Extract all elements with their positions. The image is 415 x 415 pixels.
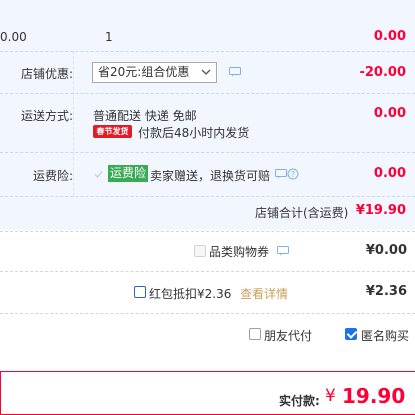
divider xyxy=(0,93,415,94)
red-packet-details-link[interactable]: 查看详情 xyxy=(240,285,288,302)
divider xyxy=(0,271,415,272)
coupon-label: 品类购物券 xyxy=(209,245,270,259)
payment-summary: 实付款: ¥ 19.90 xyxy=(0,371,415,415)
coupon-checkbox[interactable] xyxy=(194,245,206,257)
shipping-label: 运送方式: xyxy=(21,109,74,123)
insurance-badge: 运费险 xyxy=(108,165,149,182)
insurance-text: 卖家赠送，退换货可赔 xyxy=(150,169,271,183)
chat-icon[interactable] xyxy=(229,67,241,77)
divider xyxy=(0,313,415,314)
item-subtotal: 0.00 xyxy=(373,29,406,44)
anonymous-label: 匿名购买 xyxy=(361,329,410,343)
shipping-note: 付款后48小时内发货 xyxy=(138,126,250,140)
pay-currency: ¥ xyxy=(325,386,336,406)
chat-icon[interactable] xyxy=(277,246,289,256)
red-packet-label: 红包抵扣¥2.36 xyxy=(149,287,232,301)
item-quantity: 1 xyxy=(105,30,113,44)
pay-amount: 19.90 xyxy=(342,384,406,408)
chevron-down-icon xyxy=(201,69,211,75)
coupon-amount: ¥0.00 xyxy=(365,243,407,258)
red-packet-amount: ¥2.36 xyxy=(365,284,407,299)
item-price: 0.00 xyxy=(0,30,27,44)
insurance-amount: 0.00 xyxy=(373,166,406,181)
shop-total-amount: ¥19.90 xyxy=(355,203,406,218)
divider xyxy=(0,51,415,52)
shipping-method: 普通配送 快递 免邮 xyxy=(93,109,197,123)
check-disabled-icon xyxy=(94,171,103,178)
spring-festival-badge: 春节发货 xyxy=(93,125,132,138)
shop-discount-amount: -20.00 xyxy=(359,65,406,80)
shop-total-label: 店铺合计(含运费) xyxy=(255,206,349,220)
chat-icon[interactable] xyxy=(275,169,287,179)
red-packet-checkbox[interactable] xyxy=(134,286,146,298)
pay-label: 实付款: xyxy=(279,394,320,408)
discount-select[interactable]: 省20元:组合优惠 xyxy=(92,62,217,83)
shop-discount-label: 店铺优惠: xyxy=(21,67,74,81)
insurance-label: 运费险: xyxy=(33,169,74,183)
help-icon[interactable]: ? xyxy=(287,168,299,180)
divider xyxy=(0,196,415,197)
order-block: 0.00 1 0.00 店铺优惠: 省20元:组合优惠 -20.00 运送方式:… xyxy=(0,0,415,230)
divider xyxy=(0,152,415,153)
discount-select-value: 省20元:组合优惠 xyxy=(98,65,190,79)
column-divider xyxy=(73,51,74,196)
friend-pay-label: 朋友代付 xyxy=(264,329,313,343)
shipping-amount: 0.00 xyxy=(373,106,406,121)
svg-text:?: ? xyxy=(291,170,295,179)
anonymous-checkbox[interactable] xyxy=(345,328,357,340)
divider xyxy=(0,231,415,232)
friend-pay-checkbox[interactable] xyxy=(249,328,261,340)
